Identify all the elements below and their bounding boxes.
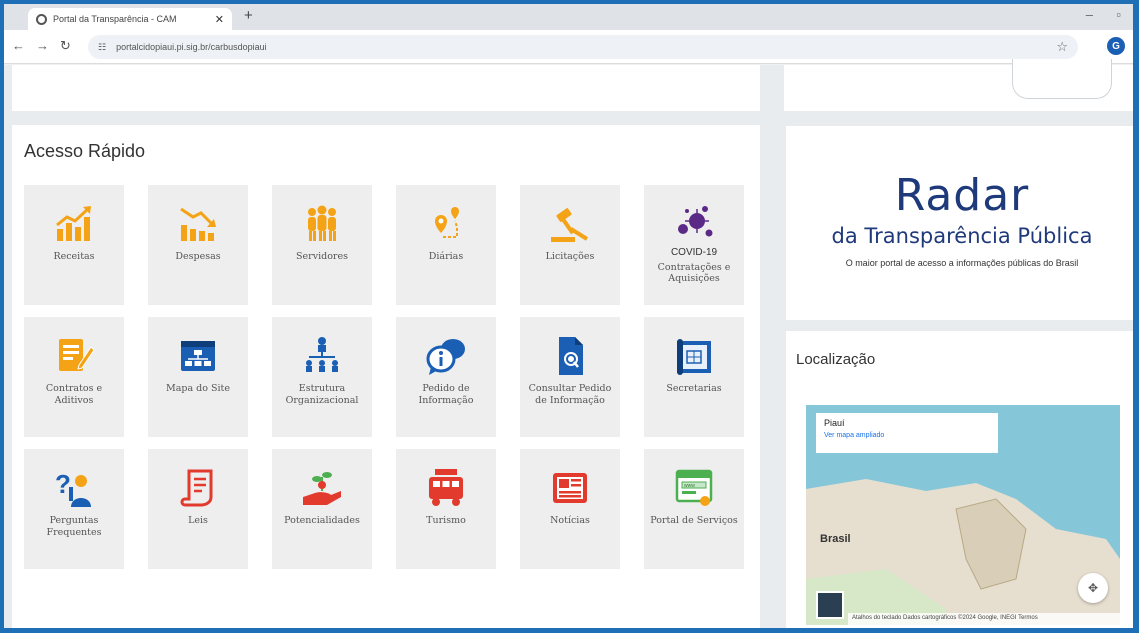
- quick-card-pedido-info[interactable]: Pedido de Informação: [396, 317, 496, 437]
- profile-avatar[interactable]: G: [1107, 37, 1125, 55]
- newspaper-icon: [553, 473, 587, 503]
- map-move-control-icon[interactable]: ✥: [1078, 573, 1108, 603]
- card-label: Potencialidades: [284, 515, 360, 526]
- radar-title: Radar: [894, 170, 1030, 221]
- quick-card-potencialidades[interactable]: Potencialidades: [272, 449, 372, 569]
- card-label: Portal de Serviços: [650, 515, 738, 526]
- minimize-button[interactable]: –: [1086, 7, 1093, 22]
- address-bar[interactable]: ☷ portalcidopiaui.pi.sig.br/carbusdopiau…: [88, 35, 1078, 59]
- quick-card-faq[interactable]: ? Perguntas Frequentes: [24, 449, 124, 569]
- sitemap-icon: [181, 341, 215, 371]
- quick-card-estrutura[interactable]: Estrutura Organizacional: [272, 317, 372, 437]
- browser-tab[interactable]: Portal da Transparência - CAM ✕: [28, 8, 232, 30]
- blueprint-icon: [677, 339, 711, 375]
- scroll-icon: [180, 469, 213, 507]
- close-tab-icon[interactable]: ✕: [215, 13, 224, 26]
- google-map[interactable]: Piauí Ver mapa ampliado Brasil ✥ Atalhos…: [806, 405, 1120, 625]
- top-right-button[interactable]: [1012, 59, 1112, 99]
- quick-card-licitacoes[interactable]: Licitações: [520, 185, 620, 305]
- card-label: Pedido de Informação: [418, 383, 474, 406]
- quick-card-leis[interactable]: Leis: [148, 449, 248, 569]
- gavel-icon: [551, 208, 589, 242]
- card-label: Notícias: [550, 515, 590, 526]
- quick-card-portal-servicos[interactable]: www Portal de Serviços: [644, 449, 744, 569]
- browser-tabstrip: Portal da Transparência - CAM ✕ + – ▫: [4, 4, 1133, 30]
- card-label: Receitas: [53, 251, 95, 262]
- card-label: Perguntas Frequentes: [46, 515, 102, 538]
- map-footer: Atalhos do teclado Dados cartográficos ©…: [848, 613, 1120, 625]
- card-label: Servidores: [296, 251, 348, 262]
- radar-subtitle: da Transparência Pública: [831, 224, 1093, 248]
- forward-icon[interactable]: →: [36, 38, 49, 53]
- card-title: COVID-19: [670, 247, 718, 258]
- svg-text:www: www: [684, 483, 695, 489]
- quick-card-secretarias[interactable]: Secretarias: [644, 317, 744, 437]
- card-label: Consultar Pedido de Informação: [528, 383, 612, 406]
- card-label: Diárias: [428, 251, 464, 262]
- virus-icon: [678, 206, 713, 237]
- globe-icon: [36, 13, 47, 25]
- quick-card-consultar-pedido[interactable]: Consultar Pedido de Informação: [520, 317, 620, 437]
- location-panel: Localização Piauí Ver mapa ampliado Bras…: [786, 331, 1133, 628]
- new-tab-button[interactable]: +: [244, 7, 253, 24]
- card-label: Leis: [188, 515, 208, 526]
- site-info-icon[interactable]: ☷: [98, 42, 106, 53]
- radar-tagline: O maior portal de acesso a informações p…: [845, 258, 1079, 268]
- quick-access-title: Acesso Rápido: [24, 141, 146, 161]
- chart-up-icon: [56, 206, 91, 241]
- org-chart-icon: [306, 337, 338, 372]
- web-window-icon: www: [675, 469, 713, 506]
- bus-icon: [429, 469, 463, 506]
- quick-card-covid[interactable]: COVID-19 Contratações e Aquisições: [644, 185, 744, 305]
- browser-toolbar: ← → ↻ ☷ portalcidopiaui.pi.sig.br/carbus…: [4, 30, 1133, 64]
- chat-info-icon: [426, 339, 465, 375]
- route-pin-icon: [435, 207, 459, 238]
- top-panel-right: [784, 59, 1133, 111]
- top-panel-left: [12, 65, 760, 111]
- map-country-label: Brasil: [820, 533, 851, 545]
- card-label: Estrutura Organizacional: [285, 383, 359, 406]
- card-label: Licitações: [545, 251, 595, 262]
- contract-icon: [59, 339, 95, 371]
- screenshot-frame: Portal da Transparência - CAM ✕ + – ▫ ← …: [0, 0, 1139, 633]
- map-info-box: Piauí Ver mapa ampliado: [816, 413, 998, 453]
- quick-access-panel: Acesso Rápido Receitas Despesas Servidor…: [12, 125, 760, 628]
- map-place-name: Piauí: [824, 418, 845, 428]
- quick-card-turismo[interactable]: Turismo: [396, 449, 496, 569]
- card-label: Contratos e Aditivos: [45, 383, 103, 406]
- card-label: Secretarias: [666, 383, 722, 394]
- card-label: Despesas: [175, 251, 221, 262]
- plant-hand-icon: [303, 472, 341, 505]
- url-text: portalcidopiaui.pi.sig.br/carbusdopiaui: [116, 42, 267, 52]
- quick-card-diarias[interactable]: Diárias: [396, 185, 496, 305]
- map-satellite-toggle[interactable]: [816, 591, 844, 619]
- card-label: Contratações e Aquisições: [657, 261, 731, 285]
- back-icon[interactable]: ←: [12, 38, 25, 53]
- people-icon: [308, 205, 336, 241]
- card-label: Mapa do Site: [166, 383, 230, 394]
- card-label: Turismo: [426, 515, 466, 526]
- maximize-button[interactable]: ▫: [1116, 7, 1121, 22]
- chart-down-icon: [180, 207, 216, 241]
- radar-transparencia-banner[interactable]: Radar da Transparência Pública O maior p…: [786, 126, 1133, 320]
- bookmark-star-icon[interactable]: ☆: [1056, 39, 1068, 55]
- quick-card-despesas[interactable]: Despesas: [148, 185, 248, 305]
- quick-card-servidores[interactable]: Servidores: [272, 185, 372, 305]
- quick-card-mapa-site[interactable]: Mapa do Site: [148, 317, 248, 437]
- reload-icon[interactable]: ↻: [60, 38, 71, 54]
- quick-card-noticias[interactable]: Notícias: [520, 449, 620, 569]
- svg-text:?: ?: [55, 469, 71, 499]
- doc-search-icon: [559, 337, 583, 375]
- faq-icon: ?: [55, 469, 91, 507]
- map-enlarge-link[interactable]: Ver mapa ampliado: [824, 432, 990, 439]
- tab-title: Portal da Transparência - CAM: [53, 14, 177, 24]
- location-title: Localização: [796, 351, 876, 368]
- map-land-shape: [806, 479, 1120, 625]
- quick-card-receitas[interactable]: Receitas: [24, 185, 124, 305]
- column-gutter: [768, 65, 780, 628]
- quick-card-contratos[interactable]: Contratos e Aditivos: [24, 317, 124, 437]
